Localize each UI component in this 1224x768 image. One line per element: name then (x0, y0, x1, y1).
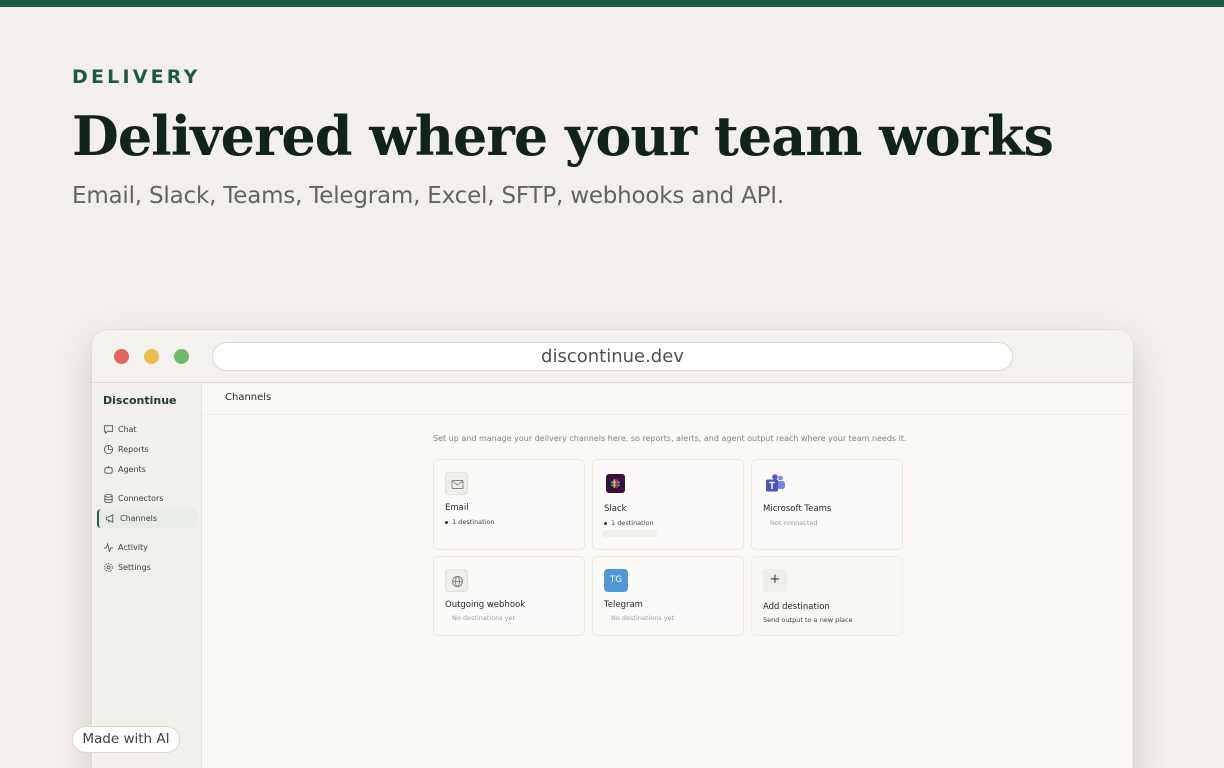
hero-headline: Delivered where your team works (72, 104, 1054, 168)
sidebar-item-channels[interactable]: Channels (97, 509, 197, 528)
minimize-window-dot[interactable] (144, 349, 159, 364)
channel-card-teams[interactable]: Microsoft Teams Not connected (751, 459, 903, 550)
telegram-icon: TG (604, 569, 628, 592)
card-title: Microsoft Teams (763, 504, 832, 514)
add-destination-card[interactable]: + Add destination Send output to a new p… (751, 556, 903, 636)
sidebar-item-agents[interactable]: Agents (97, 460, 197, 479)
card-status: 1 destination (445, 518, 495, 526)
slack-icon (606, 474, 625, 493)
channel-card-slack[interactable]: Slack 1 destination (592, 459, 744, 550)
card-status: No destinations yet (611, 614, 675, 622)
page-title: Channels (225, 392, 272, 403)
card-title: Outgoing webhook (445, 600, 526, 610)
sidebar-item-label: Chat (118, 425, 137, 434)
pie-chart-icon (103, 444, 114, 455)
sidebar-item-label: Agents (118, 465, 146, 474)
browser-window: discontinue.dev Discontinue Chat Reports… (92, 330, 1133, 768)
sidebar: Discontinue Chat Reports Agents Connecto… (94, 384, 202, 768)
sidebar-item-chat[interactable]: Chat (97, 420, 197, 439)
sidebar-item-label: Settings (118, 563, 151, 572)
sidebar-item-settings[interactable]: Settings (97, 558, 197, 577)
page-header: Channels (203, 384, 1131, 415)
channel-card-webhook[interactable]: Outgoing webhook No destinations yet (433, 556, 585, 636)
card-status: Send output to a new place (763, 616, 853, 624)
gear-icon (104, 563, 113, 572)
sidebar-item-activity[interactable]: Activity (97, 538, 197, 557)
mail-icon (445, 472, 468, 495)
top-accent-bar (0, 0, 1224, 7)
card-status: 1 destination (604, 519, 654, 527)
app-frame: Discontinue Chat Reports Agents Connecto… (94, 384, 1131, 768)
sidebar-item-label: Channels (120, 514, 158, 523)
database-icon (104, 493, 113, 504)
globe-icon (445, 569, 468, 592)
activity-icon (103, 542, 114, 553)
browser-toolbar: discontinue.dev (92, 330, 1133, 383)
brand-logo: Discontinue (103, 394, 177, 407)
hero-subhead: Email, Slack, Teams, Telegram, Excel, SF… (72, 183, 784, 209)
close-window-dot[interactable] (114, 349, 129, 364)
loading-placeholder (602, 530, 657, 537)
robot-icon (104, 465, 113, 474)
sidebar-item-label: Activity (118, 543, 148, 552)
main-panel: Channels Set up and manage your delivery… (203, 384, 1131, 768)
chat-icon (103, 425, 114, 434)
sidebar-item-connectors[interactable]: Connectors (97, 489, 197, 508)
card-status: Not connected (770, 519, 818, 527)
card-title: Add destination (763, 602, 830, 612)
card-title: Email (445, 503, 469, 513)
card-title: Slack (604, 504, 627, 514)
page-description: Set up and manage your delivery channels… (433, 434, 907, 443)
maximize-window-dot[interactable] (174, 349, 189, 364)
sidebar-item-label: Connectors (118, 494, 164, 503)
card-status: No destinations yet (452, 614, 516, 622)
teams-icon (766, 474, 785, 492)
megaphone-icon (105, 514, 114, 523)
address-bar[interactable]: discontinue.dev (212, 342, 1013, 371)
card-title: Telegram (604, 600, 643, 610)
sidebar-item-reports[interactable]: Reports (97, 440, 197, 459)
section-eyebrow: DELIVERY (72, 66, 201, 88)
plus-icon: + (763, 569, 787, 592)
sidebar-item-label: Reports (118, 445, 149, 454)
channel-card-email[interactable]: Email 1 destination (433, 459, 585, 550)
channel-card-telegram[interactable]: TG Telegram No destinations yet (592, 556, 744, 636)
made-with-badge[interactable]: Made with AI (72, 726, 180, 753)
